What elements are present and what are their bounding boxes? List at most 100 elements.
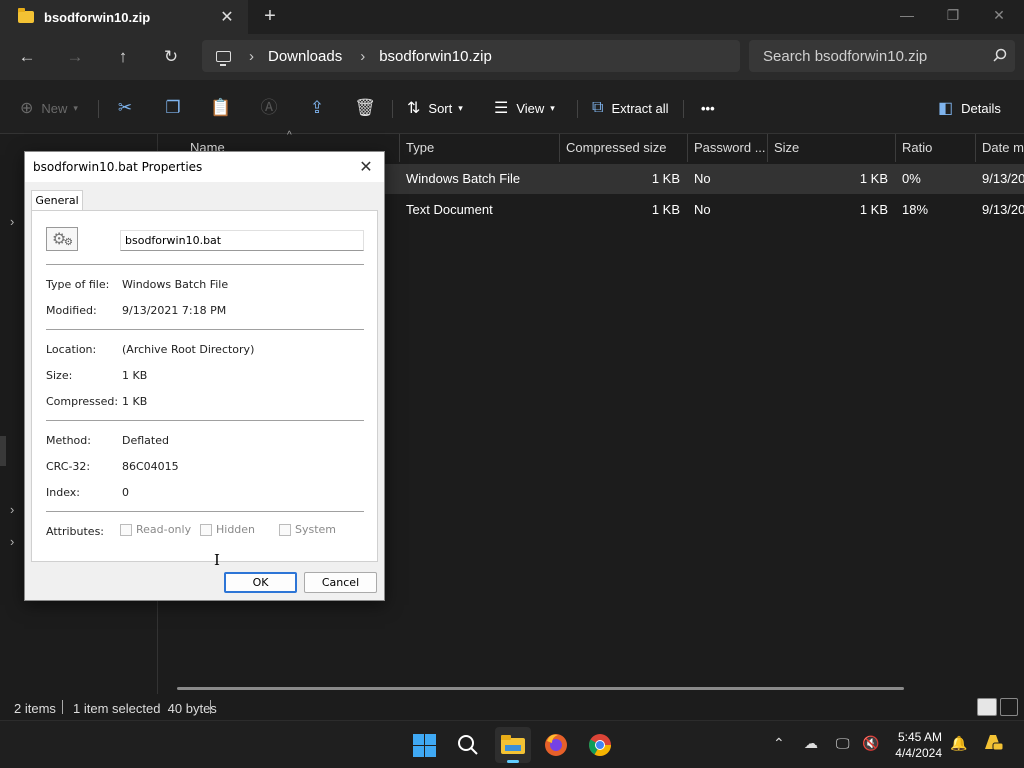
onedrive-icon[interactable]: ☁: [804, 735, 818, 752]
close-window-button[interactable]: ✕: [976, 4, 1022, 28]
column-divider[interactable]: [559, 134, 560, 162]
more-options-button[interactable]: •••: [701, 95, 715, 121]
cancel-button[interactable]: Cancel: [304, 572, 377, 593]
details-label: Details: [961, 100, 1001, 116]
filename-field[interactable]: bsodforwin10.bat: [120, 230, 364, 251]
cut-icon[interactable]: ✂: [111, 95, 139, 121]
divider: [210, 700, 211, 714]
expand-chevron-icon[interactable]: ›: [10, 534, 14, 549]
dialog-close-button[interactable]: ✕: [354, 156, 378, 178]
cell-type: Text Document: [406, 202, 493, 217]
column-compressed-size[interactable]: Compressed size: [566, 140, 666, 155]
start-button[interactable]: [406, 727, 442, 763]
chevron-right-icon[interactable]: ›: [360, 48, 365, 65]
breadcrumb-downloads[interactable]: Downloads: [268, 48, 342, 65]
cell-type: Windows Batch File: [406, 171, 521, 186]
index-value: 0: [122, 486, 129, 499]
share-icon[interactable]: ⇪: [303, 95, 331, 121]
rename-icon[interactable]: Ⓐ: [255, 95, 283, 121]
clock[interactable]: 5:45 AM 4/4/2024: [890, 729, 942, 761]
app-badge-icon[interactable]: [982, 731, 1004, 756]
sort-label: Sort: [428, 100, 453, 116]
readonly-checkbox[interactable]: Read-only: [120, 523, 191, 536]
location-value: (Archive Root Directory): [122, 343, 255, 356]
cell-ratio: 18%: [902, 202, 929, 217]
view-label: View: [516, 100, 545, 116]
expand-chevron-icon[interactable]: ›: [10, 502, 14, 517]
divider: [392, 100, 393, 118]
checkbox-box[interactable]: [120, 523, 132, 536]
network-icon[interactable]: 🖵: [836, 735, 850, 752]
checkbox-box[interactable]: [200, 523, 212, 536]
tiles-view-button[interactable]: [1000, 698, 1018, 716]
divider: [46, 264, 364, 265]
tab-close-button[interactable]: ✕: [212, 7, 242, 27]
column-divider[interactable]: [767, 134, 768, 162]
column-divider[interactable]: [687, 134, 688, 162]
chrome-icon[interactable]: [582, 727, 618, 763]
search-input[interactable]: Search bsodforwin10.zip: [763, 48, 985, 65]
modified-label: Modified:: [46, 304, 97, 317]
cell-size: 1 KB: [859, 171, 888, 186]
this-pc-icon[interactable]: [216, 50, 231, 66]
back-button[interactable]: ←: [11, 44, 43, 70]
ok-button[interactable]: OK: [224, 572, 297, 593]
system-checkbox[interactable]: System: [279, 523, 336, 536]
show-hidden-icons-icon[interactable]: ⌃: [773, 735, 785, 752]
dialog-title: bsodforwin10.bat Properties: [33, 160, 203, 174]
minimize-button[interactable]: —: [884, 4, 930, 28]
extract-all-button[interactable]: ⧉ Extract all: [592, 95, 669, 121]
address-bar[interactable]: › Downloads › bsodforwin10.zip: [202, 40, 740, 72]
up-button[interactable]: ↑: [107, 44, 139, 70]
column-size[interactable]: Size: [774, 140, 799, 155]
taskbar-search-icon[interactable]: [450, 727, 486, 763]
batch-file-icon: [46, 227, 78, 251]
search-icon[interactable]: [985, 48, 1015, 65]
checkbox-box[interactable]: [279, 523, 291, 536]
restore-button[interactable]: ❐: [930, 4, 976, 28]
chevron-down-icon: ▾: [550, 102, 555, 113]
column-type[interactable]: Type: [406, 140, 434, 155]
horizontal-scrollbar[interactable]: [177, 687, 904, 690]
chevron-down-icon: ▾: [458, 102, 463, 113]
divider: [46, 420, 364, 421]
hidden-checkbox[interactable]: Hidden: [200, 523, 255, 536]
new-button[interactable]: ⊕ New ▾: [20, 95, 78, 121]
delete-icon[interactable]: 🗑: [351, 95, 379, 121]
copy-icon[interactable]: ❐: [159, 95, 187, 121]
new-tab-button[interactable]: +: [256, 5, 284, 29]
notification-bell-icon[interactable]: 🔔: [950, 735, 967, 752]
tab-general[interactable]: General: [31, 190, 83, 211]
details-view-button[interactable]: [977, 698, 997, 716]
new-label: New: [41, 100, 68, 116]
file-explorer-icon[interactable]: [495, 727, 531, 763]
view-button[interactable]: ☰ View ▾: [494, 95, 555, 121]
clock-time: 5:45 AM: [897, 730, 942, 744]
command-bar: ⊕ New ▾ ✂ ❐ 📋 Ⓐ ⇪ 🗑 ⇅ Sort ▾ ☰ View ▾ ⧉ …: [0, 80, 1024, 134]
item-count: 2 items: [14, 701, 56, 716]
forward-button[interactable]: →: [59, 44, 91, 70]
tab-bsodforwin10[interactable]: bsodforwin10.zip ✕: [0, 0, 248, 34]
details-pane-button[interactable]: ◧ Details: [938, 95, 1001, 121]
sort-button[interactable]: ⇅ Sort ▾: [407, 95, 463, 121]
column-ratio[interactable]: Ratio: [902, 140, 932, 155]
search-box[interactable]: Search bsodforwin10.zip: [749, 40, 1015, 72]
column-divider[interactable]: [399, 134, 400, 162]
cell-password: No: [694, 171, 711, 186]
chevron-right-icon[interactable]: ›: [249, 48, 254, 65]
column-date-modified[interactable]: Date mo: [982, 140, 1024, 155]
crc32-label: CRC-32:: [46, 460, 91, 473]
text-cursor-icon: I: [214, 551, 220, 569]
column-divider[interactable]: [975, 134, 976, 162]
volume-muted-icon[interactable]: 🔇: [862, 735, 879, 752]
firefox-icon[interactable]: [538, 727, 574, 763]
breadcrumb-zip[interactable]: bsodforwin10.zip: [379, 48, 492, 65]
divider: [683, 100, 684, 118]
readonly-label: Read-only: [136, 523, 192, 536]
dialog-title-bar[interactable]: bsodforwin10.bat Properties ✕: [25, 152, 384, 182]
refresh-button[interactable]: ↻: [155, 44, 187, 70]
column-divider[interactable]: [895, 134, 896, 162]
expand-chevron-icon[interactable]: ›: [10, 214, 14, 229]
paste-icon[interactable]: 📋: [207, 95, 235, 121]
column-password[interactable]: Password ...: [694, 140, 766, 155]
